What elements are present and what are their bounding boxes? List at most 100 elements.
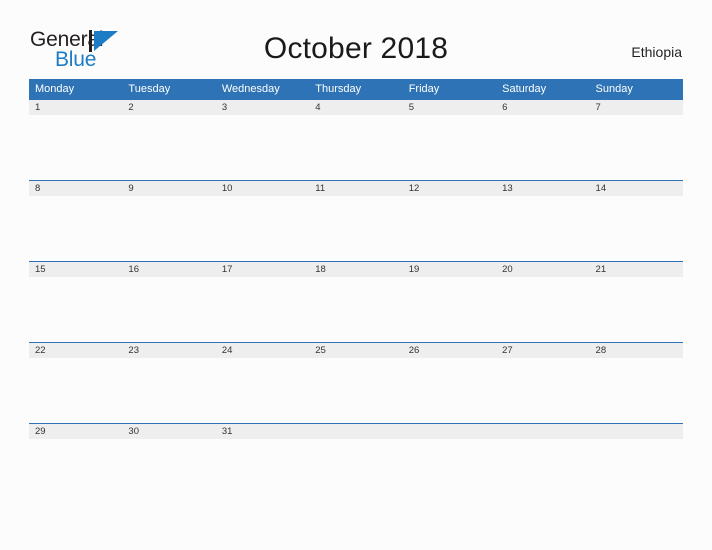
day-cell[interactable]: 11 [309,180,403,261]
day-events-area[interactable] [309,196,403,261]
day-number: 1 [29,100,123,115]
day-events-area[interactable] [496,439,590,483]
day-number: 17 [215,262,310,277]
day-cell[interactable]: 31 [215,423,310,504]
day-number: 6 [496,100,590,115]
day-events-area[interactable] [309,358,403,423]
day-events-area[interactable] [215,439,310,483]
day-number [496,424,590,439]
day-cell[interactable] [402,423,497,504]
day-cell[interactable]: 16 [122,261,216,342]
day-cell[interactable]: 3 [215,99,310,180]
day-cell[interactable]: 23 [122,342,216,423]
day-cell[interactable]: 24 [215,342,310,423]
day-events-area[interactable] [215,358,310,423]
day-number: 29 [29,424,123,439]
day-events-area[interactable] [309,277,403,342]
day-events-area[interactable] [402,115,497,180]
day-cell[interactable] [589,423,683,504]
day-number: 27 [496,343,590,358]
day-cell[interactable]: 30 [122,423,216,504]
day-events-area[interactable] [29,439,123,483]
day-number: 12 [402,181,497,196]
day-cell[interactable]: 5 [402,99,497,180]
day-cell[interactable]: 20 [496,261,590,342]
day-events-area[interactable] [122,358,216,423]
day-number: 16 [122,262,216,277]
day-events-area[interactable] [29,358,123,423]
day-events-area[interactable] [496,196,590,261]
week-row: 15 16 17 18 19 20 21 [29,261,683,342]
day-cell[interactable]: 2 [122,99,216,180]
day-events-area[interactable] [589,115,683,180]
day-number: 22 [29,343,123,358]
day-cell[interactable]: 18 [309,261,403,342]
day-cell[interactable]: 10 [215,180,310,261]
day-cell[interactable]: 9 [122,180,216,261]
week-row: 8 9 10 11 12 13 14 [29,180,683,261]
day-events-area[interactable] [496,358,590,423]
day-number: 23 [122,343,216,358]
day-events-area[interactable] [589,358,683,423]
weekday-header-wednesday: Wednesday [215,79,310,99]
day-cell[interactable]: 22 [29,342,123,423]
day-number: 20 [496,262,590,277]
day-events-area[interactable] [589,196,683,261]
day-cell[interactable]: 6 [496,99,590,180]
day-events-area[interactable] [122,115,216,180]
day-cell[interactable]: 19 [402,261,497,342]
day-events-area[interactable] [309,115,403,180]
day-cell[interactable]: 12 [402,180,497,261]
day-cell[interactable]: 1 [29,99,123,180]
day-events-area[interactable] [122,196,216,261]
day-events-area[interactable] [29,277,123,342]
day-cell[interactable]: 7 [589,99,683,180]
day-cell[interactable]: 25 [309,342,403,423]
page-header: General Blue October 2018 Ethiopia [0,0,712,78]
day-number [402,424,497,439]
day-cell[interactable]: 27 [496,342,590,423]
day-events-area[interactable] [496,115,590,180]
day-number: 2 [122,100,216,115]
day-cell[interactable]: 17 [215,261,310,342]
day-events-area[interactable] [122,439,216,483]
day-cell[interactable]: 28 [589,342,683,423]
day-cell[interactable]: 26 [402,342,497,423]
day-events-area[interactable] [215,196,310,261]
day-number: 24 [215,343,310,358]
calendar-header-row: Monday Tuesday Wednesday Thursday Friday… [29,79,683,99]
day-events-area[interactable] [589,277,683,342]
day-events-area[interactable] [589,439,683,483]
day-cell[interactable]: 21 [589,261,683,342]
day-number: 3 [215,100,310,115]
day-events-area[interactable] [215,277,310,342]
day-events-area[interactable] [29,115,123,180]
day-cell[interactable] [309,423,403,504]
day-events-area[interactable] [29,196,123,261]
day-events-area[interactable] [309,439,403,483]
day-events-area[interactable] [402,196,497,261]
day-events-area[interactable] [402,358,497,423]
day-cell[interactable] [496,423,590,504]
day-cell[interactable]: 13 [496,180,590,261]
weekday-header-sunday: Sunday [589,79,683,99]
day-events-area[interactable] [215,115,310,180]
region-label: Ethiopia [631,44,682,60]
calendar-body: 1 2 3 4 5 6 7 8 9 10 11 12 13 14 15 16 1… [29,99,683,504]
day-number [589,424,683,439]
day-events-area[interactable] [402,277,497,342]
day-cell[interactable]: 15 [29,261,123,342]
day-cell[interactable]: 29 [29,423,123,504]
weekday-header-saturday: Saturday [496,79,590,99]
day-events-area[interactable] [122,277,216,342]
day-number: 5 [402,100,497,115]
day-events-area[interactable] [402,439,497,483]
day-events-area[interactable] [496,277,590,342]
week-row: 1 2 3 4 5 6 7 [29,99,683,180]
day-number: 26 [402,343,497,358]
day-number: 4 [309,100,403,115]
day-cell[interactable]: 8 [29,180,123,261]
weekday-header-monday: Monday [29,79,123,99]
day-cell[interactable]: 4 [309,99,403,180]
day-cell[interactable]: 14 [589,180,683,261]
